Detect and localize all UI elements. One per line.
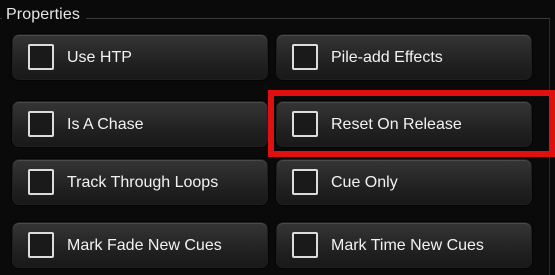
track-through-loops-label: Track Through Loops	[67, 174, 219, 191]
properties-panel: Properties Use HTP Pile-add Effects Is A…	[0, 0, 555, 275]
cue-only-toggle[interactable]: Cue Only	[276, 159, 532, 205]
cue-only-checkbox[interactable]	[292, 169, 318, 195]
mark-fade-new-cues-label: Mark Fade New Cues	[67, 237, 222, 254]
mark-time-new-cues-checkbox[interactable]	[292, 232, 318, 258]
is-a-chase-toggle[interactable]: Is A Chase	[12, 101, 268, 147]
use-htp-checkbox[interactable]	[28, 44, 54, 70]
pile-add-effects-label: Pile-add Effects	[331, 49, 443, 66]
mark-fade-new-cues-toggle[interactable]: Mark Fade New Cues	[12, 222, 268, 268]
track-through-loops-checkbox[interactable]	[28, 169, 54, 195]
is-a-chase-checkbox[interactable]	[28, 111, 54, 137]
reset-on-release-label: Reset On Release	[331, 116, 462, 133]
pile-add-effects-toggle[interactable]: Pile-add Effects	[276, 34, 532, 80]
reset-on-release-toggle[interactable]: Reset On Release	[276, 101, 532, 147]
use-htp-toggle[interactable]: Use HTP	[12, 34, 268, 80]
pile-add-effects-checkbox[interactable]	[292, 44, 318, 70]
use-htp-label: Use HTP	[67, 49, 132, 66]
mark-time-new-cues-label: Mark Time New Cues	[331, 237, 484, 254]
cue-only-label: Cue Only	[331, 174, 398, 191]
reset-on-release-checkbox[interactable]	[292, 111, 318, 137]
mark-fade-new-cues-checkbox[interactable]	[28, 232, 54, 258]
group-title: Properties	[2, 5, 86, 25]
mark-time-new-cues-toggle[interactable]: Mark Time New Cues	[276, 222, 532, 268]
is-a-chase-label: Is A Chase	[67, 116, 144, 133]
track-through-loops-toggle[interactable]: Track Through Loops	[12, 159, 268, 205]
